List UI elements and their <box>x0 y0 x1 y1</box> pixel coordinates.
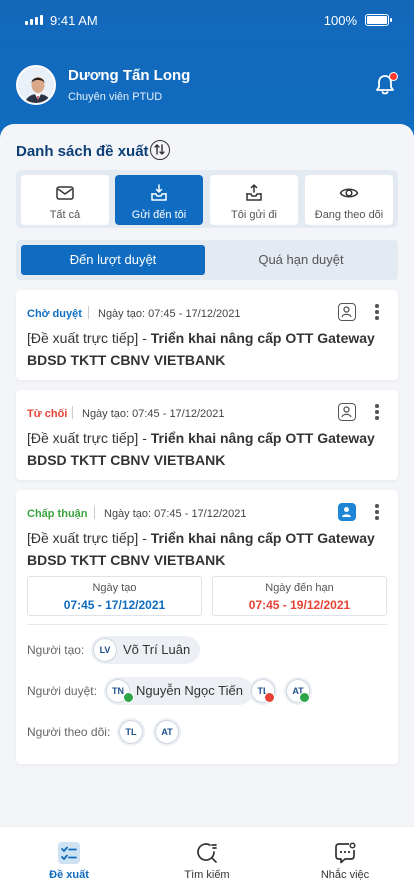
segment-overdue[interactable]: Quá hạn duyệt <box>209 245 393 275</box>
tab-sent-by-me[interactable]: Tôi gửi đi <box>210 175 298 225</box>
chat-reminder-icon <box>335 842 356 864</box>
inbox-download-icon <box>151 184 167 201</box>
user-icon[interactable] <box>338 303 356 321</box>
creator-label: Người tạo: <box>27 643 85 657</box>
sort-icon[interactable] <box>150 140 170 160</box>
more-options-icon[interactable] <box>372 304 382 322</box>
battery-percent: 100% <box>323 13 357 28</box>
approver-chip[interactable]: TN Nguyễn Ngọc Tiến <box>104 677 253 705</box>
tab-label: Đang theo dõi <box>314 209 384 221</box>
nav-label: Đề xuất <box>49 869 89 881</box>
nav-proposals[interactable]: Đề xuất <box>0 827 138 896</box>
nav-search[interactable]: Tìm kiếm <box>138 827 276 896</box>
created-date: Ngày tạo: 07:45 - 17/12/2021 <box>98 308 241 320</box>
tab-following[interactable]: Đang theo dõi <box>305 175 393 225</box>
follower-label: Người theo dõi: <box>27 725 111 739</box>
rejected-x-icon <box>264 692 275 703</box>
more-options-icon[interactable] <box>372 504 382 522</box>
approved-check-icon <box>299 692 310 703</box>
bottom-nav: Đề xuất Tìm kiếm Nhắc việc <box>0 826 414 896</box>
user-role: Chuyên viên PTUD <box>68 91 163 103</box>
more-options-icon[interactable] <box>372 404 382 422</box>
proposal-card-expanded[interactable]: Chấp thuận Ngày tạo: 07:45 - 17/12/2021 … <box>16 490 398 764</box>
status-badge: Chờ duyệt <box>27 308 82 320</box>
notification-dot <box>389 72 398 81</box>
approver-avatar[interactable]: TL <box>249 677 277 705</box>
approver-label: Người duyệt: <box>27 684 97 698</box>
status-time: 9:41 AM <box>50 13 98 28</box>
app-header: 9:41 AM 100% Dương Tấn Long Chuyên viên … <box>0 0 414 140</box>
due-date-label: Ngày đến hạn <box>265 582 334 594</box>
tab-label: Tất cả <box>49 209 81 221</box>
approver-avatar[interactable]: AT <box>284 677 312 705</box>
segment-turn-to-approve[interactable]: Đến lượt duyệt <box>21 245 205 275</box>
created-date: Ngày tạo: 07:45 - 17/12/2021 <box>104 508 247 520</box>
approved-check-icon <box>123 692 134 703</box>
user-icon[interactable] <box>338 503 356 521</box>
follower-avatar[interactable]: AT <box>153 718 181 746</box>
filter-tabs: Tất cả Gửi đến tôi Tôi gửi đi Đang theo … <box>16 170 398 228</box>
nav-label: Tìm kiếm <box>184 869 230 881</box>
created-date-value: 07:45 - 17/12/2021 <box>63 598 166 612</box>
proposal-title: [Đề xuất trực tiếp] - Triển khai nâng cấ… <box>27 430 375 468</box>
approver-name: Nguyễn Ngọc Tiến <box>136 683 243 698</box>
search-icon <box>197 843 217 863</box>
proposal-card[interactable]: Chờ duyệt Ngày tạo: 07:45 - 17/12/2021 [… <box>16 290 398 380</box>
eye-icon <box>339 188 359 198</box>
nav-reminders[interactable]: Nhắc việc <box>276 827 414 896</box>
page-title: Danh sách đề xuất <box>16 143 149 160</box>
avatar-initials: TL <box>119 720 143 744</box>
created-date: Ngày tạo: 07:45 - 17/12/2021 <box>82 408 225 420</box>
avatar-initials: AT <box>155 720 179 744</box>
tab-sent-to-me[interactable]: Gửi đến tôi <box>115 175 203 225</box>
user-icon[interactable] <box>338 403 356 421</box>
battery-icon <box>365 14 392 26</box>
follower-avatar[interactable]: TL <box>117 718 145 746</box>
creator-chip[interactable]: LV Võ Trí Luân <box>91 636 201 664</box>
mail-icon <box>56 186 74 200</box>
avatar[interactable] <box>16 65 56 105</box>
due-date-box: Ngày đến hạn 07:45 - 19/12/2021 <box>212 576 387 616</box>
created-date-box: Ngày tạo 07:45 - 17/12/2021 <box>27 576 202 616</box>
nav-label: Nhắc việc <box>320 869 370 881</box>
tab-label: Tôi gửi đi <box>231 209 277 221</box>
notification-bell-icon[interactable] <box>372 72 398 98</box>
proposal-card[interactable]: Từ chối Ngày tạo: 07:45 - 17/12/2021 [Đề… <box>16 390 398 480</box>
status-badge: Chấp thuận <box>27 508 88 520</box>
tab-all[interactable]: Tất cả <box>21 175 109 225</box>
outbox-upload-icon <box>246 184 262 201</box>
approval-segment: Đến lượt duyệt Quá hạn duyệt <box>16 240 398 280</box>
checklist-icon <box>58 842 80 864</box>
signal-icon <box>25 15 43 25</box>
avatar-initials: LV <box>93 638 117 662</box>
proposal-title: [Đề xuất trực tiếp] - Triển khai nâng cấ… <box>27 530 375 568</box>
creator-name: Võ Trí Luân <box>123 642 191 657</box>
user-name: Dương Tấn Long <box>68 67 191 84</box>
due-date-value: 07:45 - 19/12/2021 <box>248 598 351 612</box>
divider <box>27 624 387 625</box>
status-bar: 9:41 AM 100% <box>0 0 414 42</box>
proposal-title: [Đề xuất trực tiếp] - Triển khai nâng cấ… <box>27 330 375 368</box>
created-date-label: Ngày tạo <box>92 582 137 594</box>
tab-label: Gửi đến tôi <box>131 209 187 221</box>
status-badge: Từ chối <box>27 408 68 420</box>
